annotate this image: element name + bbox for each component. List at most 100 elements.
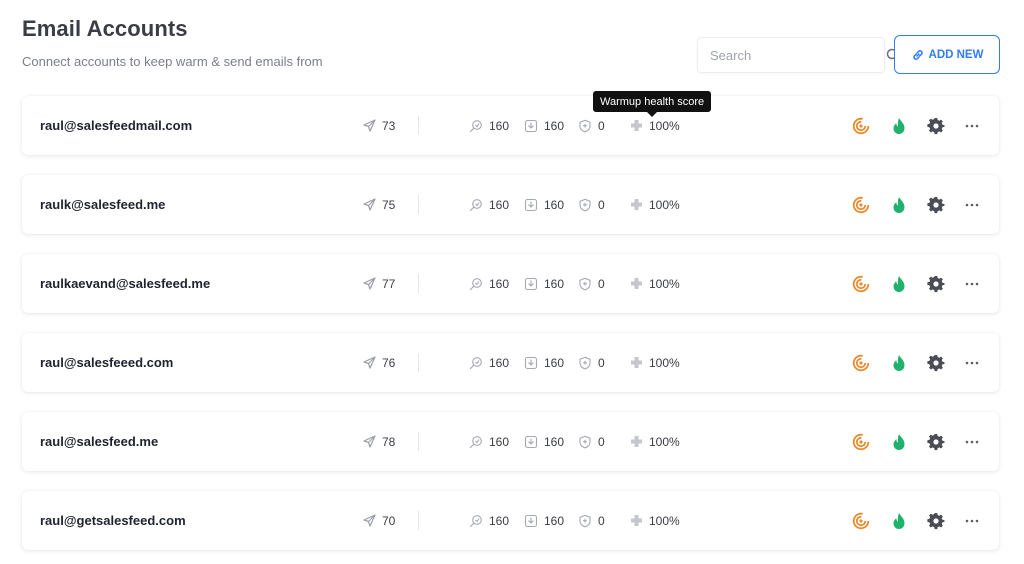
row-actions xyxy=(829,412,999,471)
shield-icon xyxy=(578,435,592,449)
sent-value: 78 xyxy=(382,434,396,449)
add-new-label: ADD NEW xyxy=(928,48,984,61)
health-stat[interactable]: 100% xyxy=(629,254,680,313)
account-row[interactable]: raul@salesfeeed.com 76 160 160 0 100% xyxy=(22,333,999,392)
gear-icon[interactable] xyxy=(926,511,946,531)
divider xyxy=(418,116,419,135)
more-options-icon[interactable] xyxy=(962,353,982,373)
account-row[interactable]: raul@salesfeed.me 78 160 160 0 100% xyxy=(22,412,999,471)
divider xyxy=(418,195,419,214)
warmup-icon[interactable] xyxy=(851,195,871,215)
received-icon xyxy=(469,435,483,449)
shield-icon xyxy=(578,119,592,133)
add-new-button[interactable]: ADD NEW xyxy=(894,35,1000,74)
sent-value: 70 xyxy=(382,513,396,528)
inbox-value: 160 xyxy=(544,276,565,291)
sent-value: 75 xyxy=(382,197,396,212)
received-value: 160 xyxy=(489,276,510,291)
sent-count: 78 xyxy=(362,412,395,471)
divider xyxy=(418,274,419,293)
row-actions xyxy=(829,175,999,234)
inbox-icon xyxy=(524,356,538,370)
health-value: 100% xyxy=(649,276,680,291)
received-stat: 160 xyxy=(469,175,509,234)
health-stat[interactable]: 100% xyxy=(629,175,680,234)
received-icon xyxy=(469,198,483,212)
more-options-icon[interactable] xyxy=(962,195,982,215)
health-plus-icon xyxy=(629,198,643,212)
search-box[interactable] xyxy=(697,37,900,73)
tooltip: Warmup health score xyxy=(593,91,712,117)
inbox-value: 160 xyxy=(544,434,565,449)
warmup-icon[interactable] xyxy=(851,353,871,373)
warmup-icon[interactable] xyxy=(851,432,871,452)
more-options-icon[interactable] xyxy=(962,116,982,136)
shield-icon xyxy=(578,198,592,212)
sent-count: 70 xyxy=(362,491,395,550)
account-email[interactable]: raulk@salesfeed.me xyxy=(40,175,165,234)
row-actions xyxy=(829,333,999,392)
received-stat: 160 xyxy=(469,412,509,471)
flame-icon[interactable] xyxy=(889,116,909,136)
more-options-icon[interactable] xyxy=(962,274,982,294)
shield-icon xyxy=(578,514,592,528)
sent-value: 73 xyxy=(382,118,396,133)
health-stat[interactable]: 100% xyxy=(629,412,680,471)
gear-icon[interactable] xyxy=(926,353,946,373)
sent-value: 77 xyxy=(382,276,396,291)
spam-stat: 0 xyxy=(578,254,605,313)
received-icon xyxy=(469,514,483,528)
inbox-stat: 160 xyxy=(524,333,564,392)
health-value: 100% xyxy=(649,118,680,133)
send-icon xyxy=(362,277,376,291)
warmup-icon[interactable] xyxy=(851,511,871,531)
account-email[interactable]: raul@salesfeedmail.com xyxy=(40,96,192,155)
warmup-icon[interactable] xyxy=(851,274,871,294)
spam-stat: 0 xyxy=(578,491,605,550)
account-row[interactable]: raulkaevand@salesfeed.me 77 160 160 0 10… xyxy=(22,254,999,313)
gear-icon[interactable] xyxy=(926,195,946,215)
more-options-icon[interactable] xyxy=(962,432,982,452)
account-row[interactable]: raul@salesfeedmail.com 73 160 160 0 100% xyxy=(22,96,999,155)
spam-stat: 0 xyxy=(578,333,605,392)
sent-value: 76 xyxy=(382,355,396,370)
received-icon xyxy=(469,119,483,133)
inbox-stat: 160 xyxy=(524,254,564,313)
account-row[interactable]: raulk@salesfeed.me 75 160 160 0 100% xyxy=(22,175,999,234)
gear-icon[interactable] xyxy=(926,274,946,294)
flame-icon[interactable] xyxy=(889,432,909,452)
divider xyxy=(418,353,419,372)
spam-value: 0 xyxy=(598,513,605,528)
gear-icon[interactable] xyxy=(926,432,946,452)
inbox-icon xyxy=(524,277,538,291)
health-stat[interactable]: 100% xyxy=(629,333,680,392)
received-stat: 160 xyxy=(469,333,509,392)
link-icon xyxy=(911,48,925,62)
spam-value: 0 xyxy=(598,197,605,212)
more-options-icon[interactable] xyxy=(962,511,982,531)
health-stat[interactable]: 100% xyxy=(629,491,680,550)
health-value: 100% xyxy=(649,513,680,528)
search-input[interactable] xyxy=(710,47,886,63)
flame-icon[interactable] xyxy=(889,511,909,531)
flame-icon[interactable] xyxy=(889,195,909,215)
flame-icon[interactable] xyxy=(889,353,909,373)
account-row[interactable]: raul@getsalesfeed.com 70 160 160 0 100% xyxy=(22,491,999,550)
send-icon xyxy=(362,198,376,212)
row-actions xyxy=(829,254,999,313)
account-email[interactable]: raul@salesfeeed.com xyxy=(40,333,173,392)
account-list: raul@salesfeedmail.com 73 160 160 0 100%… xyxy=(22,96,999,550)
flame-icon[interactable] xyxy=(889,274,909,294)
health-value: 100% xyxy=(649,355,680,370)
send-icon xyxy=(362,356,376,370)
spam-stat: 0 xyxy=(578,175,605,234)
sent-count: 77 xyxy=(362,254,395,313)
inbox-stat: 160 xyxy=(524,412,564,471)
account-email[interactable]: raulkaevand@salesfeed.me xyxy=(40,254,210,313)
spam-value: 0 xyxy=(598,434,605,449)
account-email[interactable]: raul@getsalesfeed.com xyxy=(40,491,186,550)
warmup-icon[interactable] xyxy=(851,116,871,136)
account-email[interactable]: raul@salesfeed.me xyxy=(40,412,158,471)
sent-count: 73 xyxy=(362,96,395,155)
gear-icon[interactable] xyxy=(926,116,946,136)
